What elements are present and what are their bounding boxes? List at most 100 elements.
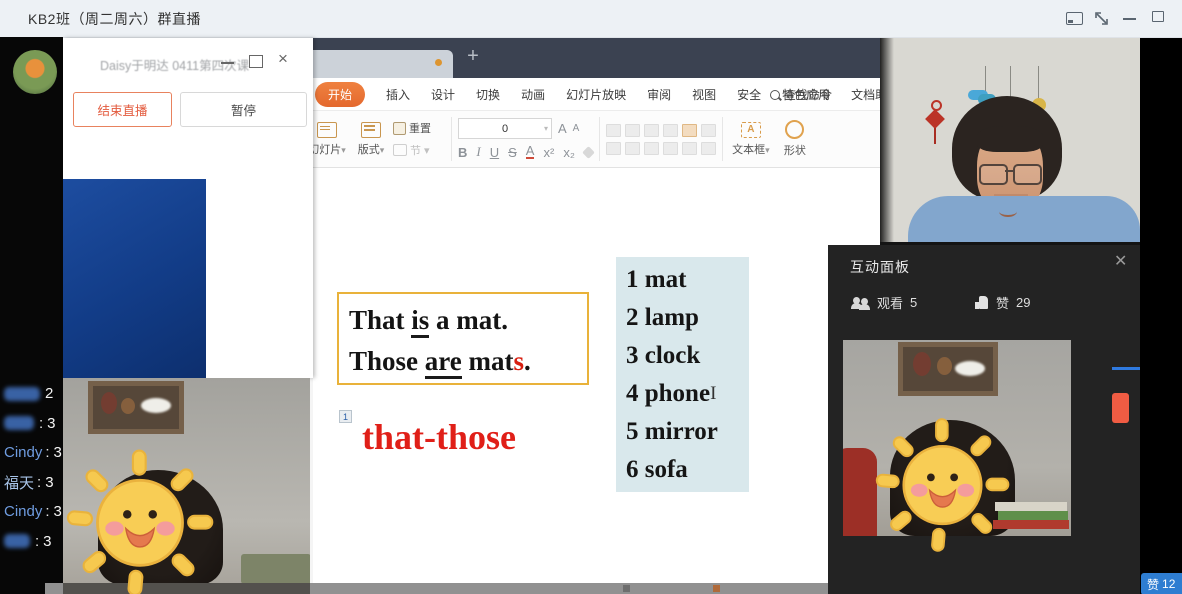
search-icon [770,90,780,100]
paragraph-group [606,111,716,167]
viewers-label: 观看 [877,293,903,312]
thumbs-up-icon [975,296,989,309]
blurred-username [4,387,40,401]
chat-panel-toggle-icon[interactable] [1066,12,1083,25]
menu-review[interactable]: 审阅 [647,86,671,103]
maximize-icon[interactable] [249,55,263,68]
person-smile [999,206,1017,217]
subscript-button[interactable]: x₂ [563,145,575,160]
avatar[interactable] [13,50,57,94]
menu-slideshow[interactable]: 幻灯片放映 [566,86,626,103]
fullscreen-expand-icon[interactable] [1094,11,1109,26]
shrink-text-icon[interactable] [701,142,716,155]
end-live-button[interactable]: 结束直播 [73,92,172,127]
vocab-item: 3 clock [626,337,749,375]
document-tab[interactable] [303,50,453,78]
blurred-username [4,534,30,548]
new-slide-icon [317,122,337,138]
panel-side-button[interactable] [1112,393,1129,423]
slide-vocab-list: 1 mat 2 lamp 3 clock 4 phoneI 5 mirror 6… [616,257,749,492]
person-fringe [977,126,1043,152]
layout-button[interactable]: 版式▾ [349,111,393,167]
align-center-icon[interactable] [625,142,640,155]
font-size-input[interactable]: 0 [458,118,552,139]
slide-sentence-box: That is a mat. Those are mats. [337,292,589,385]
decrease-font-icon[interactable]: A [573,123,580,134]
minimize-icon[interactable] [221,62,234,64]
panel-title: 互动面板 [850,257,910,277]
font-color-button[interactable]: A [526,145,535,159]
unsaved-dot-icon [435,59,442,66]
restore-window-icon[interactable] [1152,11,1164,22]
new-tab-button[interactable]: + [461,42,485,70]
menu-view[interactable]: 视图 [692,86,716,103]
blurred-username [4,416,34,430]
superscript-button[interactable]: x² [543,145,554,160]
align-right-icon[interactable] [644,142,659,155]
pause-button[interactable]: 暂停 [180,92,307,127]
vocab-item: 2 lamp [626,299,749,337]
minimize-icon[interactable] [1123,18,1136,20]
reset-button[interactable]: 重置 [393,120,445,136]
chat-message: 福天 : 3 [4,468,124,498]
like-count-badge[interactable]: 赞 12 [1141,573,1182,594]
sentence-line-2: Those are mats. [349,341,587,382]
align-left-icon[interactable] [606,142,621,155]
shape-button[interactable]: 形状 [773,111,817,167]
bold-button[interactable]: B [458,145,467,160]
viewers-icon [852,297,870,309]
justify-icon[interactable] [663,142,678,155]
chat-message: : 3 [4,409,124,439]
find-command-search[interactable]: 查找命令 [770,86,832,103]
menu-home[interactable]: 开始 [315,82,365,107]
likes-stat: 赞 29 [975,293,1030,312]
chat-message: Cindy : 3 [4,497,124,527]
menu-animation[interactable]: 动画 [521,86,545,103]
strikethrough-button[interactable]: S [508,145,517,160]
teacher-webcam-video [880,38,1140,249]
text-cursor: I [710,383,716,404]
glasses [1013,164,1042,185]
section-button[interactable]: 节▾ [393,142,445,158]
slide-keyword: that-those [362,416,516,458]
numbered-list-icon[interactable] [625,124,640,137]
wps-toolbar: 幻灯片▾ 版式▾ 重置 节▾ 0 A [303,111,880,168]
close-icon[interactable]: × [278,49,288,69]
bullet-list-icon[interactable] [606,124,621,137]
glasses [979,164,1008,185]
chat-message: 2 [4,379,124,409]
toolbar-separator [722,117,723,161]
italic-button[interactable]: I [476,144,480,160]
likes-label: 赞 [996,293,1009,312]
taskbar-app-icon[interactable] [623,585,630,592]
text-direction-icon[interactable] [701,124,716,137]
shadow [880,38,894,249]
chinese-knot-decoration [934,128,936,144]
chat-messages: 2 : 3 Cindy : 3 福天 : 3 Cindy : 3 : 3 [4,379,124,556]
vocab-item: 1 mat [626,261,749,299]
toolbar-separator [451,117,452,161]
chinese-knot-decoration [931,100,942,111]
vocab-item: 4 phoneI [626,375,749,413]
columns-icon[interactable] [682,124,697,137]
search-label: 查找命令 [784,86,832,103]
underline-button[interactable]: U [490,145,499,160]
vocab-item: 5 mirror [626,413,749,451]
menu-transition[interactable]: 切换 [476,86,500,103]
indent-decrease-icon[interactable] [644,124,659,137]
textbox-button[interactable]: A 文本框▾ [729,111,773,167]
textbox-icon: A [741,122,761,138]
sun-sticker [865,405,1020,560]
likes-count: 29 [1016,295,1030,310]
wps-tab-bar: + [303,38,880,78]
line-spacing-icon[interactable] [682,142,697,155]
close-icon[interactable]: ✕ [1114,251,1127,271]
menu-security[interactable]: 安全 [737,86,761,103]
increase-font-icon[interactable]: A [558,121,567,136]
indent-increase-icon[interactable] [663,124,678,137]
vocab-item: 6 sofa [626,451,749,489]
menu-design[interactable]: 设计 [431,86,455,103]
taskbar-app-icon[interactable] [713,585,720,592]
clear-format-icon[interactable] [582,146,595,159]
menu-insert[interactable]: 插入 [386,86,410,103]
